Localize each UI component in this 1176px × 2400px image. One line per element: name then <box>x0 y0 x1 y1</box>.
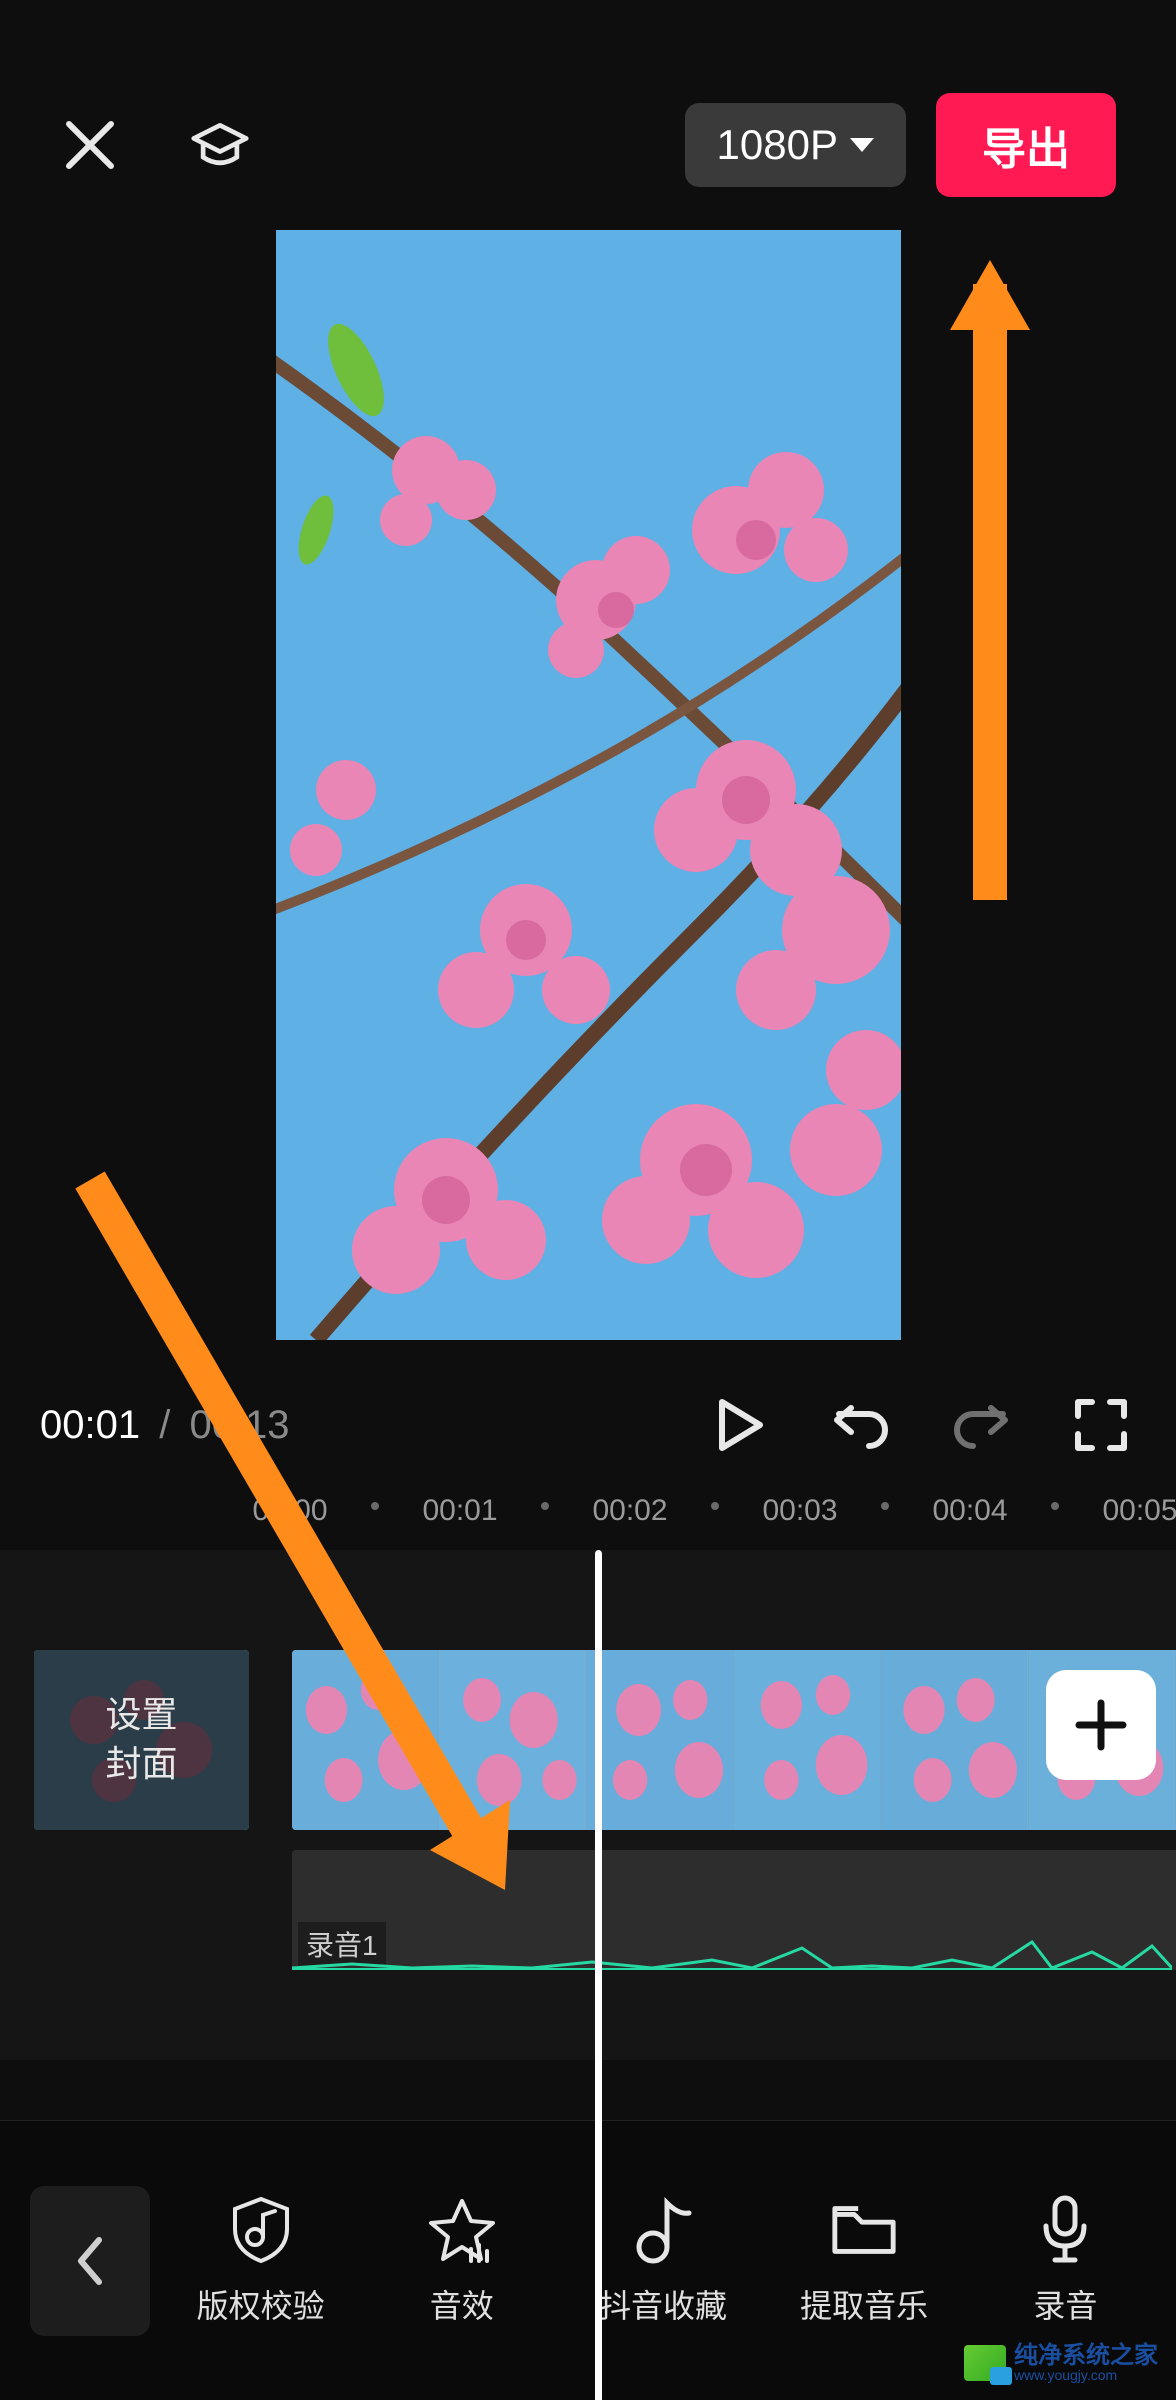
total-time: 00:13 <box>189 1403 289 1448</box>
resolution-select[interactable]: 1080P <box>685 103 906 187</box>
video-thumbnail <box>881 1650 1028 1830</box>
ruler-tick: 00:01 <box>422 1494 497 1528</box>
preview-area <box>0 230 1176 1340</box>
shield-music-icon <box>226 2195 296 2265</box>
folder-icon <box>829 2195 899 2265</box>
tool-copyright[interactable]: 版权校验 <box>176 2195 346 2327</box>
export-button[interactable]: 导出 <box>936 93 1116 197</box>
star-audio-icon <box>427 2195 497 2265</box>
video-preview[interactable] <box>276 230 901 1340</box>
chevron-down-icon <box>850 138 874 152</box>
cover-label: 设置 封面 <box>105 1691 177 1788</box>
add-clip-button[interactable] <box>1046 1670 1156 1780</box>
tutorial-icon[interactable] <box>190 115 250 175</box>
tool-extract[interactable]: 提取音乐 <box>779 2195 949 2327</box>
ruler-dot <box>881 1502 889 1510</box>
ruler-tick: 00:04 <box>932 1494 1007 1528</box>
playhead[interactable] <box>595 1550 602 2400</box>
timeline[interactable]: 设置 封面 录音1 <box>0 1550 1176 2060</box>
top-bar: 1080P 导出 <box>0 90 1176 200</box>
music-note-icon <box>628 2195 698 2265</box>
video-track[interactable] <box>292 1650 1176 1830</box>
ruler-dot <box>711 1502 719 1510</box>
watermark-title: 纯净系统之家 <box>1014 2344 1158 2368</box>
watermark-logo-icon <box>964 2345 1006 2381</box>
tool-label: 提取音乐 <box>800 2281 928 2327</box>
ruler-tick: 00:00 <box>252 1494 327 1528</box>
tool-record[interactable]: 录音 <box>980 2195 1150 2327</box>
video-thumbnail <box>587 1650 734 1830</box>
ruler-dot <box>1051 1502 1059 1510</box>
time-separator: / <box>148 1403 181 1448</box>
undo-icon[interactable] <box>826 1390 896 1460</box>
waveform-icon <box>292 1922 1172 1970</box>
ruler-tick: 00:05 <box>1102 1494 1176 1528</box>
ruler-dot <box>371 1502 379 1510</box>
play-icon[interactable] <box>706 1390 776 1460</box>
tool-label: 版权校验 <box>197 2281 325 2327</box>
close-icon[interactable] <box>60 115 120 175</box>
watermark: 纯净系统之家 www.yougjy.com <box>958 2340 1164 2386</box>
video-thumbnail <box>734 1650 881 1830</box>
microphone-icon <box>1030 2195 1100 2265</box>
tool-soundfx[interactable]: 音效 <box>377 2195 547 2327</box>
back-button[interactable] <box>30 2186 150 2336</box>
playback-controls: 00:01 / 00:13 <box>0 1380 1176 1470</box>
tool-label: 音效 <box>430 2281 494 2327</box>
export-label: 导出 <box>982 125 1070 174</box>
audio-track[interactable]: 录音1 <box>292 1850 1176 1970</box>
redo-icon[interactable] <box>946 1390 1016 1460</box>
tool-label: 录音 <box>1033 2281 1097 2327</box>
watermark-url: www.yougjy.com <box>1014 2368 1158 2382</box>
current-time: 00:01 <box>40 1403 140 1448</box>
ruler-tick: 00:02 <box>592 1494 667 1528</box>
video-thumbnail <box>439 1650 586 1830</box>
fullscreen-icon[interactable] <box>1066 1390 1136 1460</box>
ruler-dot <box>541 1502 549 1510</box>
tool-label: 抖音收藏 <box>599 2281 727 2327</box>
resolution-label: 1080P <box>717 121 838 169</box>
video-thumbnail <box>292 1650 439 1830</box>
tool-douyin[interactable]: 抖音收藏 <box>578 2195 748 2327</box>
ruler-tick: 00:03 <box>762 1494 837 1528</box>
set-cover-button[interactable]: 设置 封面 <box>34 1650 249 1830</box>
time-ruler[interactable]: 00:00 00:01 00:02 00:03 00:04 00:05 <box>0 1488 1176 1548</box>
